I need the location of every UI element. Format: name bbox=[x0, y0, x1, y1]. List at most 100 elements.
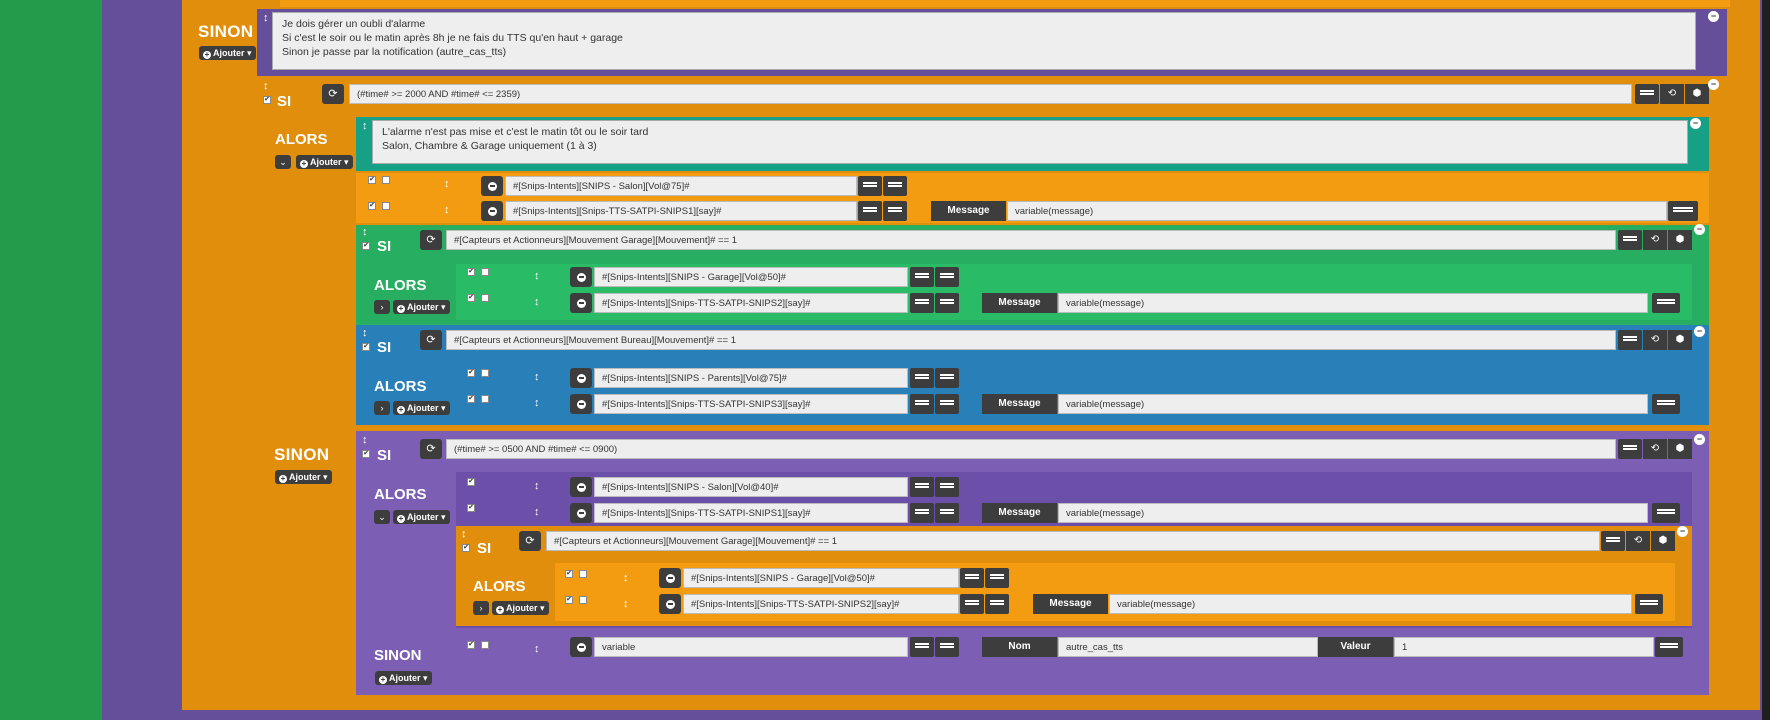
cube-icon[interactable]: ⬢ bbox=[1668, 330, 1692, 350]
drag-handle-icon[interactable]: ↕ bbox=[534, 371, 540, 383]
expression-icon[interactable] bbox=[910, 477, 934, 497]
comment1-textarea[interactable]: Je dois gérer un oubli d'alarme Si c'est… bbox=[272, 12, 1696, 70]
drag-handle-icon[interactable]: ↕ bbox=[534, 270, 540, 282]
row-enable-checkbox[interactable]: ✔ bbox=[467, 478, 475, 486]
si-bureau-cmd1-input[interactable]: #[Snips-Intents][SNIPS - Parents][Vol@75… bbox=[594, 368, 908, 388]
expression-icon[interactable] bbox=[1601, 531, 1625, 551]
row-enable-checkbox[interactable]: ✔ bbox=[467, 395, 475, 403]
message-input[interactable]: variable(message) bbox=[1058, 394, 1648, 414]
alors1-cmd2-input[interactable]: #[Snips-Intents][Snips-TTS-SATPI-SNIPS1]… bbox=[505, 201, 857, 221]
row-enable-checkbox[interactable]: ✔ bbox=[467, 641, 475, 649]
list-icon[interactable] bbox=[1652, 503, 1680, 523]
expression-icon[interactable] bbox=[910, 503, 934, 523]
drag-handle-icon[interactable]: ↕ bbox=[444, 204, 450, 216]
list-icon[interactable] bbox=[883, 176, 907, 196]
sinon-top-add-button[interactable]: + Ajouter ▾ bbox=[199, 46, 256, 60]
cube-icon[interactable]: ⬢ bbox=[1668, 439, 1692, 459]
row-enable-checkbox[interactable]: ✔ bbox=[467, 504, 475, 512]
row-parallel-checkbox[interactable] bbox=[382, 176, 390, 184]
list-icon[interactable] bbox=[1655, 637, 1683, 657]
nom-input[interactable]: autre_cas_tts bbox=[1058, 637, 1318, 657]
si-garage-cmd2-input[interactable]: #[Snips-Intents][Snips-TTS-SATPI-SNIPS2]… bbox=[594, 293, 908, 313]
si-matin-checkbox[interactable]: ✔ bbox=[362, 450, 370, 458]
list-icon[interactable] bbox=[883, 201, 907, 221]
si-matin-cmd1-input[interactable]: #[Snips-Intents][SNIPS - Salon][Vol@40]# bbox=[594, 477, 908, 497]
remove-action-icon[interactable] bbox=[659, 594, 681, 614]
si-garage-add-button[interactable]: + Ajouter ▾ bbox=[393, 300, 450, 314]
message-input[interactable]: variable(message) bbox=[1058, 503, 1648, 523]
row-parallel-checkbox[interactable] bbox=[481, 294, 489, 302]
list-icon[interactable] bbox=[985, 594, 1009, 614]
drag-handle-icon[interactable]: ↕ bbox=[623, 572, 629, 584]
list-icon[interactable] bbox=[935, 477, 959, 497]
cube-icon[interactable]: ⬢ bbox=[1651, 531, 1675, 551]
refresh-icon[interactable]: ⟳ bbox=[420, 439, 442, 459]
row-enable-checkbox[interactable]: ✔ bbox=[368, 202, 376, 210]
remove-icon[interactable]: − bbox=[1694, 434, 1705, 445]
row-parallel-checkbox[interactable] bbox=[579, 596, 587, 604]
expression-icon[interactable] bbox=[910, 267, 934, 287]
list-icon[interactable] bbox=[935, 267, 959, 287]
valeur-input[interactable]: 1 bbox=[1394, 637, 1654, 657]
drag-handle-icon[interactable]: ↕ bbox=[534, 506, 540, 518]
si-garage-condition-input[interactable]: #[Capteurs et Actionneurs][Mouvement Gar… bbox=[446, 230, 1616, 250]
drag-handle-icon[interactable]: ↕ bbox=[534, 296, 540, 308]
expression-icon[interactable] bbox=[1618, 439, 1642, 459]
remove-action-icon[interactable] bbox=[570, 503, 592, 523]
expression-icon[interactable] bbox=[858, 201, 882, 221]
drag-handle-icon[interactable]: ↕ bbox=[263, 12, 269, 24]
remove-icon[interactable]: − bbox=[1694, 224, 1705, 235]
drag-handle-icon[interactable]: ↕ bbox=[362, 120, 368, 132]
right-scrollbar[interactable] bbox=[1762, 0, 1770, 720]
drag-handle-icon[interactable]: ↕ bbox=[362, 226, 368, 238]
history-icon[interactable]: ⟲ bbox=[1626, 531, 1650, 551]
history-icon[interactable]: ⟲ bbox=[1660, 84, 1684, 104]
drag-handle-icon[interactable]: ↕ bbox=[623, 598, 629, 610]
expression-icon[interactable] bbox=[1618, 330, 1642, 350]
si-matin-add-button[interactable]: + Ajouter ▾ bbox=[393, 510, 450, 524]
alors1-cmd1-input[interactable]: #[Snips-Intents][SNIPS - Salon][Vol@75]# bbox=[505, 176, 857, 196]
history-icon[interactable]: ⟲ bbox=[1643, 230, 1667, 250]
list-icon[interactable] bbox=[1652, 293, 1680, 313]
row-parallel-checkbox[interactable] bbox=[382, 202, 390, 210]
si-matin-condition-input[interactable]: (#time# >= 0500 AND #time# <= 0900) bbox=[446, 439, 1616, 459]
history-icon[interactable]: ⟲ bbox=[1643, 439, 1667, 459]
remove-icon[interactable]: − bbox=[1708, 79, 1719, 90]
si1-checkbox[interactable]: ✔ bbox=[263, 96, 271, 104]
si-bureau-add-button[interactable]: + Ajouter ▾ bbox=[393, 401, 450, 415]
expression-icon[interactable] bbox=[960, 594, 984, 614]
si-bureau-condition-input[interactable]: #[Capteurs et Actionneurs][Mouvement Bur… bbox=[446, 330, 1616, 350]
expression-icon[interactable] bbox=[910, 394, 934, 414]
refresh-icon[interactable]: ⟳ bbox=[420, 330, 442, 350]
expression-icon[interactable] bbox=[960, 568, 984, 588]
drag-handle-icon[interactable]: ↕ bbox=[362, 327, 368, 339]
message-input[interactable]: variable(message) bbox=[1109, 594, 1632, 614]
remove-action-icon[interactable] bbox=[481, 201, 503, 221]
si-garage-cmd1-input[interactable]: #[Snips-Intents][SNIPS - Garage][Vol@50]… bbox=[594, 267, 908, 287]
alors1-add-button[interactable]: + Ajouter ▾ bbox=[296, 155, 353, 169]
si-garage2-cmd2-input[interactable]: #[Snips-Intents][Snips-TTS-SATPI-SNIPS2]… bbox=[683, 594, 959, 614]
row-parallel-checkbox[interactable] bbox=[579, 570, 587, 578]
expression-icon[interactable] bbox=[1635, 84, 1659, 104]
si-garage2-checkbox[interactable]: ✔ bbox=[462, 544, 470, 552]
remove-icon[interactable]: − bbox=[1690, 118, 1701, 129]
chevron-down-icon[interactable]: ⌄ bbox=[374, 510, 390, 524]
remove-icon[interactable]: − bbox=[1708, 11, 1719, 22]
drag-handle-icon[interactable]: ↕ bbox=[362, 434, 368, 446]
si-garage2-cmd1-input[interactable]: #[Snips-Intents][SNIPS - Garage][Vol@50]… bbox=[683, 568, 959, 588]
sinon-final-cmd-input[interactable]: variable bbox=[594, 637, 908, 657]
list-icon[interactable] bbox=[985, 568, 1009, 588]
message-input[interactable]: variable(message) bbox=[1058, 293, 1648, 313]
row-enable-checkbox[interactable]: ✔ bbox=[467, 369, 475, 377]
drag-handle-icon[interactable]: ↕ bbox=[444, 178, 450, 190]
drag-handle-icon[interactable]: ↕ bbox=[461, 528, 467, 540]
remove-action-icon[interactable] bbox=[570, 267, 592, 287]
drag-handle-icon[interactable]: ↕ bbox=[534, 480, 540, 492]
list-icon[interactable] bbox=[1635, 594, 1663, 614]
expression-icon[interactable] bbox=[910, 637, 934, 657]
expression-icon[interactable] bbox=[1618, 230, 1642, 250]
row-enable-checkbox[interactable]: ✔ bbox=[467, 268, 475, 276]
row-parallel-checkbox[interactable] bbox=[481, 369, 489, 377]
drag-handle-icon[interactable]: ↕ bbox=[534, 643, 540, 655]
remove-icon[interactable]: − bbox=[1677, 526, 1688, 537]
